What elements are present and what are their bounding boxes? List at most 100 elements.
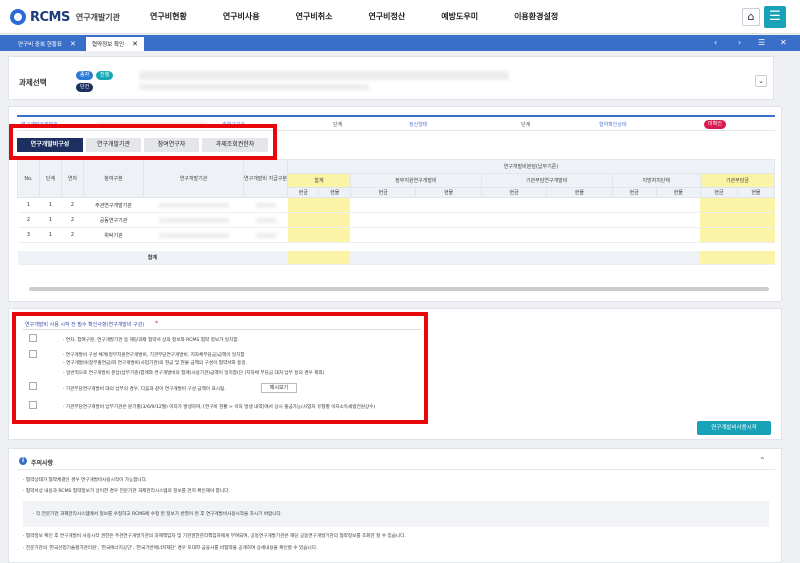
notice-highlight: · 각 전문기관 과제관리시스템에서 정보를 수정하고 RCMS에 수정 된 정… — [23, 501, 769, 527]
cell-amount — [546, 212, 613, 228]
close-icon[interactable]: ✕ — [70, 40, 76, 48]
inkind-header: 현물 — [546, 187, 613, 198]
notice-line: · 전문기관의 '한국산업기술평가관리원', '한국에너지공단', '한국기반에… — [23, 546, 318, 551]
highlight-box — [12, 312, 428, 424]
tab-list-icon[interactable]: ☰ — [758, 35, 765, 51]
logo-mark-icon — [10, 9, 26, 25]
menu-item[interactable]: 연구비현황 — [150, 0, 187, 34]
cell-role: 공동연구기관 — [83, 212, 144, 228]
cell-role: 주관연구개발기관 — [83, 197, 144, 213]
chevron-left-icon[interactable]: ‹ — [714, 35, 717, 51]
cell-amount — [656, 197, 701, 213]
close-all-icon[interactable]: ✕ — [780, 35, 787, 51]
brand-name: RCMS — [30, 9, 70, 25]
sub-col-header: 정부지원연구개발비 — [349, 173, 482, 188]
chevron-down-icon[interactable]: ⌄ — [755, 75, 767, 87]
cell-amount — [737, 197, 775, 213]
cell-year: 2 — [61, 197, 84, 213]
project-detail-redacted — [139, 84, 369, 90]
menu-item[interactable]: 연구비사용 — [223, 0, 260, 34]
page-title: 과제선택 — [19, 78, 47, 87]
menu-item[interactable]: 연구비취소 — [296, 0, 333, 34]
top-navigation: RCMS 연구개발기관 연구비현황 연구비사용 연구비취소 연구비정산 예방도우… — [0, 0, 800, 34]
col-header: 참여구분 — [83, 159, 144, 198]
cell-amount — [700, 197, 738, 213]
group-header: 연구개발비분담(납부기준) — [287, 159, 775, 174]
cell-org — [143, 197, 244, 213]
inkind-header: 현물 — [318, 187, 351, 198]
cell-amount — [612, 212, 657, 228]
col-header: 연구개발비 지급구분 — [243, 159, 288, 198]
cell-stage: 1 — [39, 227, 62, 243]
cell-amount — [481, 227, 547, 243]
status-badge: 종자 — [76, 71, 94, 80]
menu-item[interactable]: 이용환경설정 — [514, 0, 558, 34]
cell-no: 1 — [17, 197, 40, 213]
cell-amount — [546, 197, 613, 213]
cell-amount — [350, 197, 416, 213]
inkind-header: 현물 — [655, 187, 701, 198]
cell-role: 위탁기관 — [83, 227, 144, 243]
cell-no: 2 — [17, 212, 40, 228]
cell-org — [143, 212, 244, 228]
sub-col-header: 기관부담연구개발비 — [480, 173, 613, 188]
cell-amount — [415, 197, 482, 213]
status-badge: 진행 — [96, 71, 114, 80]
cell-amount — [546, 227, 613, 243]
menu-item[interactable]: 연구비정산 — [368, 0, 405, 34]
cell-amount — [318, 212, 351, 228]
notice-line: · 협약상태가 협약체결인 경우 연구개발비사용시작이 가능합니다. — [23, 478, 148, 483]
notice-line: · 협약서상 내용과 RCMS 협약정보가 상이한 경우 전문기관 과제관리시스… — [23, 489, 230, 494]
cell-amount — [350, 227, 416, 243]
tab-agreement-info[interactable]: 협약정보 확인 ✕ — [86, 37, 144, 51]
cell-stage: 1 — [39, 197, 62, 213]
cell-amount — [481, 197, 547, 213]
start-budget-use-button[interactable]: 연구개발비사용시작 — [697, 421, 771, 435]
home-icon[interactable]: ⌂ — [742, 8, 760, 26]
cell-amount — [737, 227, 775, 243]
cash-header: 현금 — [611, 187, 657, 198]
inkind-header: 현물 — [736, 187, 776, 198]
period-unit: 단계 — [333, 122, 343, 128]
cell-amount — [612, 197, 657, 213]
cell-pay — [243, 212, 288, 228]
cash-header: 현금 — [480, 187, 548, 198]
cell-amount — [737, 212, 775, 228]
cell-amount — [287, 212, 319, 228]
cell-amount — [700, 227, 738, 243]
cash-header: 현금 — [699, 187, 738, 198]
cell-amount — [318, 197, 351, 213]
total-label: 합계 — [17, 250, 288, 265]
tab-budget-status[interactable]: 연구비 중복 현황표 ✕ — [12, 37, 82, 51]
notice-line: · 협약정보 확인 후 연구개발비 사용시작 권한은 주관연구개발기관의 과제책… — [23, 534, 406, 539]
notice-line: · 각 전문기관 과제관리시스템에서 정보를 수정하고 RCMS에 수정 된 정… — [33, 512, 283, 517]
logo[interactable]: RCMS 연구개발기관 — [10, 9, 120, 25]
hamburger-menu-icon[interactable]: ☰ — [764, 6, 786, 28]
sub-col-header: 기관부담금 — [699, 173, 776, 188]
menu-item[interactable]: 예방도우미 — [441, 0, 478, 34]
close-icon[interactable]: ✕ — [132, 40, 138, 48]
open-tabs-bar: 연구비 중복 현황표 ✕ 협약정보 확인 ✕ ‹ › ☰ ✕ — [0, 35, 800, 51]
horizontal-scrollbar[interactable] — [29, 287, 769, 291]
chevron-up-icon[interactable]: ⌃ — [759, 456, 766, 465]
cell-org — [143, 227, 244, 243]
chevron-right-icon[interactable]: › — [738, 35, 741, 51]
cell-amount — [415, 212, 482, 228]
cell-amount — [287, 197, 319, 213]
table-row[interactable]: 1 1 2 주관연구개발기관 — [17, 197, 775, 213]
sub-col-header: 합계 — [287, 173, 351, 188]
tab-label: 협약정보 확인 — [92, 42, 125, 48]
confirm-status-badge: 미확인 — [704, 120, 726, 129]
label-settlement: 정산형태 — [409, 122, 428, 128]
table-row[interactable]: 3 1 2 위탁기관 — [17, 227, 775, 243]
status-badge: 단건 — [76, 83, 94, 92]
settlement-value: 단계 — [521, 122, 531, 128]
main-menu: 연구비현황 연구비사용 연구비취소 연구비정산 예방도우미 이용환경설정 — [150, 0, 594, 34]
inkind-header: 현물 — [415, 187, 482, 198]
cash-header: 현금 — [286, 187, 320, 198]
table-row[interactable]: 2 1 2 공동연구기관 — [17, 212, 775, 228]
cell-pay — [243, 197, 288, 213]
project-name-redacted — [139, 71, 509, 80]
col-header: 연구개발기관 — [143, 159, 244, 198]
cash-header: 현금 — [349, 187, 417, 198]
